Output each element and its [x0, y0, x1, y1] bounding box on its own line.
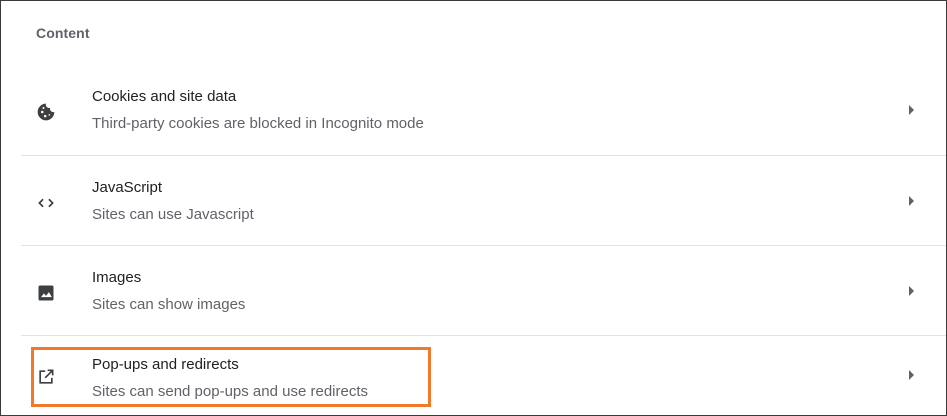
image-icon	[35, 282, 57, 304]
settings-item-popups[interactable]: Pop-ups and redirects Sites can send pop…	[21, 335, 946, 415]
settings-item-description: Sites can use Javascript	[92, 206, 254, 223]
cookie-icon	[35, 101, 57, 123]
settings-item-text: JavaScript Sites can use Javascript	[92, 178, 254, 224]
settings-item-label: Images	[92, 269, 142, 286]
open-in-new-icon	[35, 366, 57, 388]
settings-item-text: Pop-ups and redirects Sites can send pop…	[92, 355, 368, 401]
settings-item-javascript[interactable]: JavaScript Sites can use Javascript	[21, 155, 946, 246]
settings-item-images[interactable]: Images Sites can show images	[21, 245, 946, 336]
settings-item-description: Third-party cookies are blocked in Incog…	[92, 115, 424, 132]
chevron-right-icon[interactable]	[909, 370, 914, 380]
content-settings-panel: Content Cookies and site data Third-part…	[0, 0, 947, 416]
settings-item-label: Pop-ups and redirects	[92, 356, 239, 373]
settings-item-description: Sites can send pop-ups and use redirects	[92, 383, 368, 400]
chevron-right-icon[interactable]	[909, 286, 914, 296]
settings-item-cookies[interactable]: Cookies and site data Third-party cookie…	[21, 65, 946, 155]
section-title: Content	[36, 25, 90, 41]
settings-item-label: Cookies and site data	[92, 88, 237, 105]
settings-item-label: JavaScript	[92, 179, 163, 196]
code-icon	[35, 192, 57, 214]
chevron-right-icon[interactable]	[909, 105, 914, 115]
settings-item-text: Images Sites can show images	[92, 268, 245, 314]
settings-item-text: Cookies and site data Third-party cookie…	[92, 87, 424, 133]
chevron-right-icon[interactable]	[909, 196, 914, 206]
settings-item-description: Sites can show images	[92, 296, 246, 313]
